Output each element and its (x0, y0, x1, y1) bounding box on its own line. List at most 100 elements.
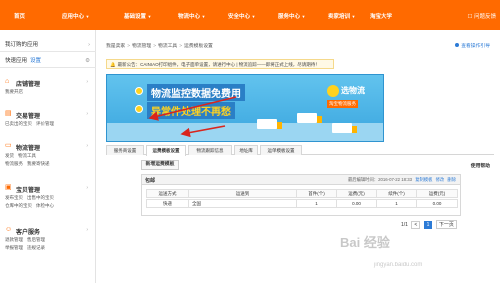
breadcrumb-item[interactable]: 我是卖家 (106, 44, 125, 49)
template-header: 包邮 最后编辑时间：2016-07-22 18:33 复制模板 修改 删除 (142, 175, 460, 185)
delete-template-link[interactable]: 删除 (447, 177, 456, 182)
sidebar-link-send-express[interactable]: 我要寄快递 (27, 161, 50, 166)
table-cell: 0.00 (337, 200, 377, 208)
chevron-right-icon[interactable]: › (86, 185, 88, 191)
top-navigation-bar: 首页 应用中心 ▼ 基础设置 ▼ 物流中心 ▼ 安全中心 ▼ 服务中心 ▼ 卖家… (0, 0, 500, 30)
updated-label: 最后编辑时间： (348, 177, 379, 182)
group-title[interactable]: 店铺管理 (16, 79, 40, 88)
sidebar-link-items-on-sale[interactable]: 出售中的宝贝 (27, 195, 54, 200)
nav-home[interactable]: 首页 (14, 12, 25, 20)
info-icon (455, 43, 460, 47)
sidebar-link-open-shop[interactable]: 我要开店 (5, 89, 23, 94)
gift-icon: ▣ (5, 184, 12, 191)
watermark: Bai 经验 (340, 235, 390, 250)
column-header: 运送到 (189, 190, 297, 198)
nav-logistics-center[interactable]: 物流中心 ▼ (178, 12, 206, 20)
megaphone-icon: 🔔 (110, 62, 116, 67)
chevron-right-icon[interactable]: › (86, 227, 88, 233)
banner-subheadline: 异常件处理不再愁 (147, 102, 235, 119)
table-row: 快递 全国 1 0.00 1 0.00 (146, 199, 458, 208)
table-cell: 1 (297, 200, 337, 208)
truck-icon: ▭ (5, 142, 12, 149)
chevron-down-icon: ▼ (251, 14, 256, 19)
settings-icon[interactable]: ⚙ (85, 54, 90, 68)
nav-taobao-university[interactable]: 淘宝大学 (370, 12, 392, 20)
nav-seller-training[interactable]: 卖家培训 ▼ (328, 12, 356, 20)
current-page-button[interactable]: 1 (423, 221, 433, 229)
breadcrumb-current: 运费模板设置 (184, 44, 213, 49)
chevron-right-icon[interactable]: › (86, 143, 88, 149)
announcement-bar[interactable]: 🔔 最新公告：CAINIAO打印组件，电子面单设置，请进行中心 | 物流追踪——即… (106, 59, 334, 69)
truck-icon (257, 119, 282, 129)
tab-bar: 服务商设置 运费模板设置 物流跟踪信息 地址库 运单模板设置 (106, 145, 494, 156)
column-header: 续件(个) (377, 190, 417, 198)
chevron-right-icon[interactable]: › (86, 111, 88, 117)
chevron-right-icon: › (88, 42, 90, 48)
banner-headline: 物流监控数据免费用 (147, 84, 245, 101)
table-cell: 0.00 (432, 201, 442, 206)
breadcrumb-item[interactable]: 物流管理 (132, 44, 151, 49)
tab-address-book[interactable]: 地址库 (234, 145, 258, 155)
feedback-icon: ☐ (467, 14, 473, 20)
truck-icon (332, 123, 357, 133)
table-header-row: 运送方式 运送到 首件(个) 运费(元) 续件(个) 运费(元) (146, 189, 458, 198)
copy-template-link[interactable]: 复制模板 (415, 177, 432, 182)
chevron-down-icon: ▼ (201, 14, 206, 19)
quick-apps-settings-link[interactable]: 设置 (30, 58, 41, 64)
nav-app-center[interactable]: 应用中心 ▼ (62, 12, 90, 20)
template-name: 包邮 (145, 178, 156, 184)
shop-icon: ⌂ (5, 78, 10, 85)
announcement-text: 最新公告：CAINIAO打印组件，电子面单设置，请进行中心 | 物流追踪——即将… (117, 62, 320, 67)
table-cell: 快递 (147, 200, 189, 208)
nav-service-center[interactable]: 服务中心 ▼ (278, 12, 306, 20)
tab-waybill-templates[interactable]: 运单模板设置 (260, 145, 302, 155)
next-page-button[interactable]: 下一页 (435, 220, 457, 229)
nav-security-center[interactable]: 安全中心 ▼ (228, 12, 256, 20)
bullet-icon (135, 105, 143, 113)
sidebar-link-ship[interactable]: 发货 (5, 153, 14, 158)
sidebar-link-items-in-stock[interactable]: 仓库中的宝贝 (5, 203, 32, 208)
group-title[interactable]: 宝贝管理 (16, 185, 40, 194)
table-cell: 全国 (189, 200, 297, 208)
sidebar-link-checkup-center[interactable]: 体检中心 (36, 203, 54, 208)
new-shipping-template-button[interactable]: 新增运费模板 (141, 160, 179, 170)
main-content: 我是卖家 > 物流管理 > 物流工具 > 运费模板设置 查看操作引导 🔔 最新公告：CAINI… (96, 30, 500, 283)
chevron-down-icon: ▼ (301, 14, 306, 19)
sidebar-link-logistics-tools[interactable]: 物流工具 (18, 153, 36, 158)
column-header: 首件(个) (297, 190, 337, 198)
view-guide-link[interactable]: 查看操作引导 (455, 42, 490, 49)
banner-brand: 选物流 淘宝物流服务 (327, 81, 373, 111)
tab-shipping-templates[interactable]: 运费模板设置 (146, 145, 186, 156)
group-title[interactable]: 物流管理 (16, 143, 40, 152)
breadcrumb-item[interactable]: 物流工具 (158, 44, 177, 49)
help-link[interactable]: 使用帮助 (471, 162, 490, 169)
group-title[interactable]: 交易管理 (16, 111, 40, 120)
chevron-right-icon[interactable]: › (86, 79, 88, 85)
column-header: 运费(元) (428, 191, 446, 196)
column-header: 运费(元) (337, 190, 377, 198)
tab-carrier-settings[interactable]: 服务商设置 (106, 145, 144, 155)
sidebar-link-logistics-service[interactable]: 物流服务 (5, 161, 23, 166)
my-apps-link[interactable]: 我订购的应用 › (0, 38, 96, 52)
sidebar-link-sold-items[interactable]: 已卖出的宝贝 (5, 121, 32, 126)
sidebar-link-after-sales[interactable]: 售后管理 (27, 237, 45, 242)
sidebar-link-publish-item[interactable]: 发布宝贝 (5, 195, 23, 200)
sidebar-link-reviews[interactable]: 评价管理 (36, 121, 54, 126)
promo-banner[interactable]: 物流监控数据免费用 异常件处理不再愁 选物流 淘宝物流服务 (106, 74, 384, 142)
prev-page-button[interactable]: < (411, 221, 421, 229)
sidebar-link-reports[interactable]: 举报管理 (5, 245, 23, 250)
sidebar-link-violations[interactable]: 违规记录 (27, 245, 45, 250)
edit-template-link[interactable]: 修改 (436, 177, 445, 182)
sidebar-link-refunds[interactable]: 退款管理 (5, 237, 23, 242)
trade-icon: ▤ (5, 110, 12, 117)
quick-apps-label: 快速应用 (5, 58, 28, 64)
nav-basic-settings[interactable]: 基础设置 ▼ (124, 12, 152, 20)
chevron-down-icon: ▼ (85, 14, 90, 19)
group-title[interactable]: 客户服务 (16, 227, 40, 236)
template-meta: 最后编辑时间：2016-07-22 18:33 复制模板 修改 删除 (348, 177, 456, 183)
bullet-icon (135, 87, 143, 95)
column-header: 运送方式 (147, 190, 189, 198)
pagination: 1/1 < 1 下一页 (401, 220, 459, 229)
tab-tracking-info[interactable]: 物流跟踪信息 (188, 145, 232, 155)
feedback-link[interactable]: ☐ 问题反馈 (468, 12, 496, 20)
